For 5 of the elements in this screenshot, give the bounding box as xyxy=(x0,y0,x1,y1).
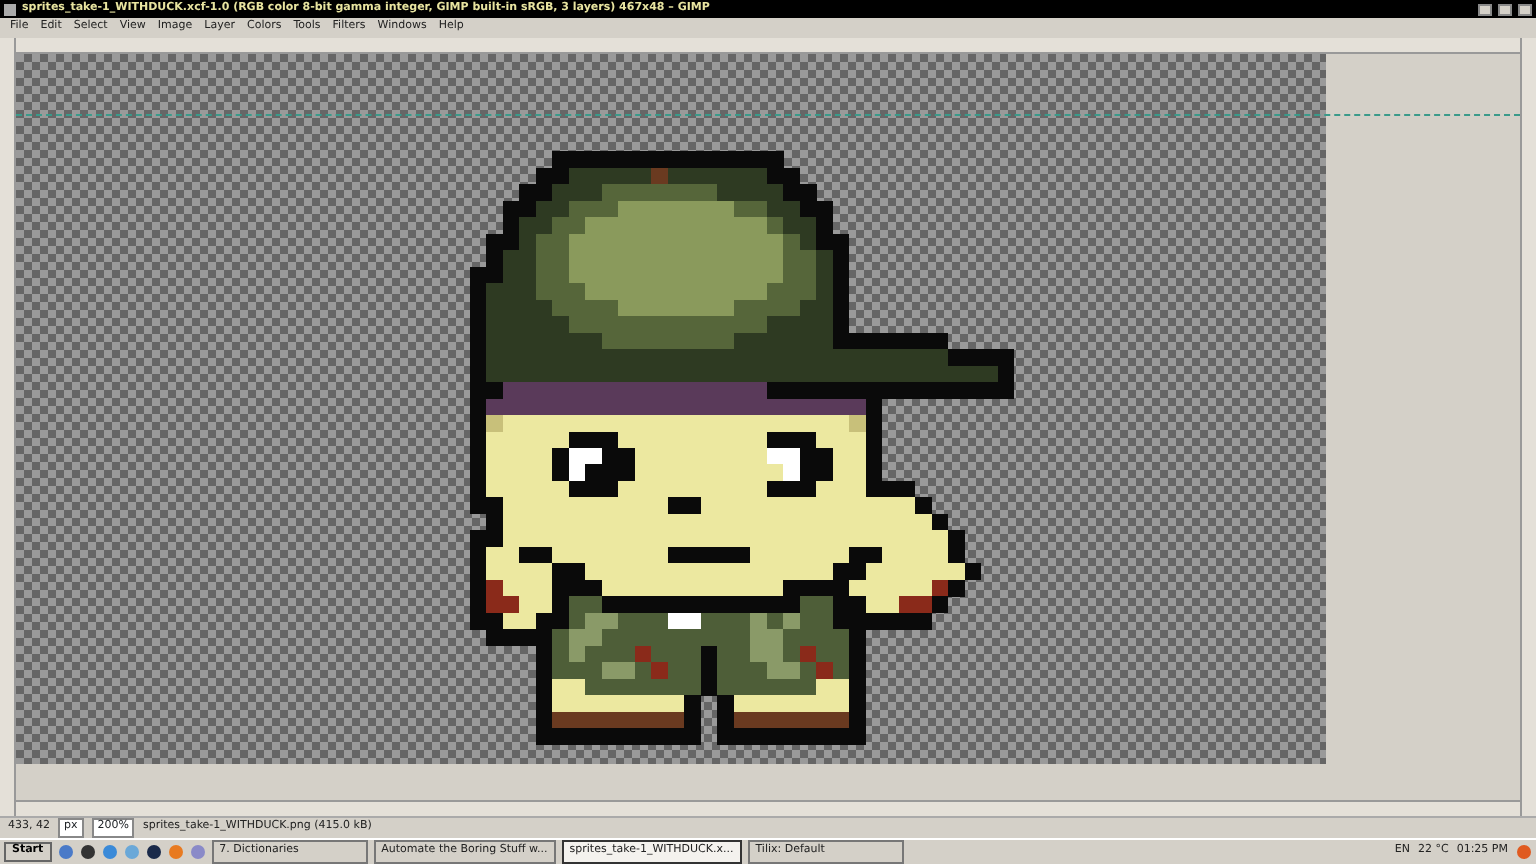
horizontal-scrollbar[interactable] xyxy=(16,800,1520,816)
vertical-scrollbar[interactable] xyxy=(1520,38,1536,816)
minimize-button[interactable] xyxy=(1478,3,1492,15)
close-button[interactable] xyxy=(1518,3,1532,15)
maximize-button[interactable] xyxy=(1498,3,1512,15)
